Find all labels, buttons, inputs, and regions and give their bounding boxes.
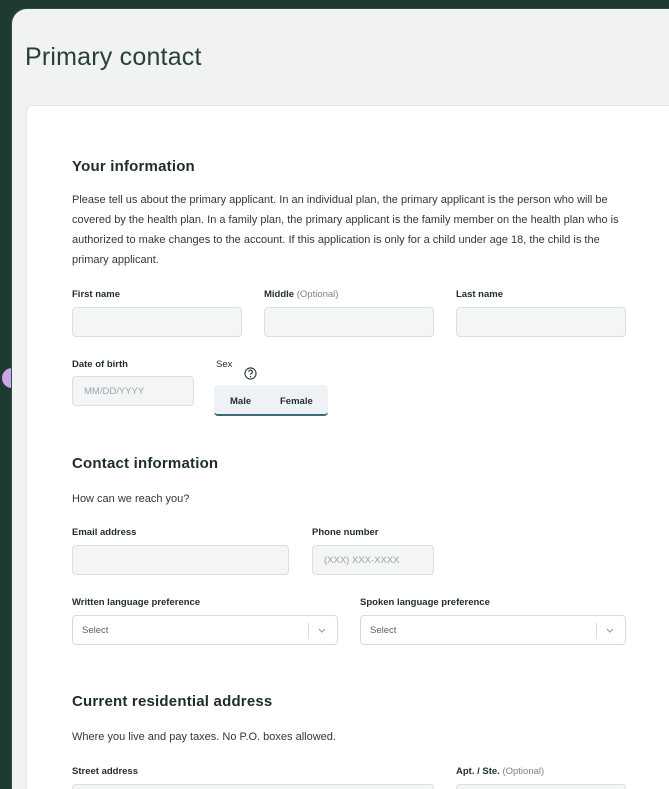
street-address-input[interactable] bbox=[72, 784, 434, 789]
email-label: Email address bbox=[72, 527, 137, 538]
dob-input[interactable]: MM/DD/YYYY bbox=[72, 376, 194, 406]
middle-name-input[interactable] bbox=[264, 307, 434, 337]
page-title: Primary contact bbox=[25, 43, 202, 71]
dob-label: Date of birth bbox=[72, 359, 128, 370]
sex-option-male[interactable]: Male bbox=[230, 396, 251, 407]
spoken-language-label: Spoken language preference bbox=[360, 597, 490, 608]
contact-information-description: How can we reach you? bbox=[72, 493, 190, 505]
middle-name-label-text: Middle bbox=[264, 289, 295, 300]
optional-tag: (Optional) bbox=[502, 766, 545, 777]
sex-option-female[interactable]: Female bbox=[280, 396, 313, 407]
last-name-label: Last name bbox=[456, 289, 503, 300]
apt-label: Apt. / Ste. (Optional) bbox=[456, 766, 544, 777]
select-separator bbox=[308, 623, 309, 639]
select-separator bbox=[596, 623, 597, 639]
apt-label-text: Apt. / Ste. bbox=[456, 766, 500, 777]
chevron-down-icon bbox=[606, 628, 614, 633]
form-card: Your information Please tell us about th… bbox=[26, 105, 669, 789]
dob-placeholder: MM/DD/YYYY bbox=[84, 386, 145, 397]
help-icon[interactable] bbox=[244, 367, 257, 380]
street-address-label: Street address bbox=[72, 766, 139, 777]
first-name-input[interactable] bbox=[72, 307, 242, 337]
apt-input[interactable] bbox=[456, 784, 626, 789]
section-heading-contact-information: Contact information bbox=[72, 455, 219, 472]
sex-toggle-group: Male Female bbox=[214, 385, 328, 416]
spoken-language-select[interactable]: Select bbox=[360, 615, 626, 645]
sex-label: Sex bbox=[216, 359, 233, 370]
chevron-down-icon bbox=[318, 628, 326, 633]
middle-name-label: Middle (Optional) bbox=[264, 289, 338, 300]
phone-label: Phone number bbox=[312, 527, 379, 538]
section-heading-your-information: Your information bbox=[72, 158, 195, 175]
residential-address-description: Where you live and pay taxes. No P.O. bo… bbox=[72, 731, 336, 743]
optional-tag: (Optional) bbox=[296, 289, 339, 300]
first-name-label: First name bbox=[72, 289, 121, 300]
email-input[interactable] bbox=[72, 545, 289, 575]
phone-input[interactable]: (XXX) XXX-XXXX bbox=[312, 545, 434, 575]
written-language-value: Select bbox=[82, 625, 109, 636]
phone-placeholder: (XXX) XXX-XXXX bbox=[324, 555, 400, 566]
app-window: Primary contact Your information Please … bbox=[11, 8, 669, 789]
written-language-label: Written language preference bbox=[72, 597, 201, 608]
your-information-description: Please tell us about the primary applica… bbox=[72, 194, 619, 266]
section-heading-residential-address: Current residential address bbox=[72, 693, 273, 710]
written-language-select[interactable]: Select bbox=[72, 615, 338, 645]
spoken-language-value: Select bbox=[370, 625, 397, 636]
last-name-input[interactable] bbox=[456, 307, 626, 337]
